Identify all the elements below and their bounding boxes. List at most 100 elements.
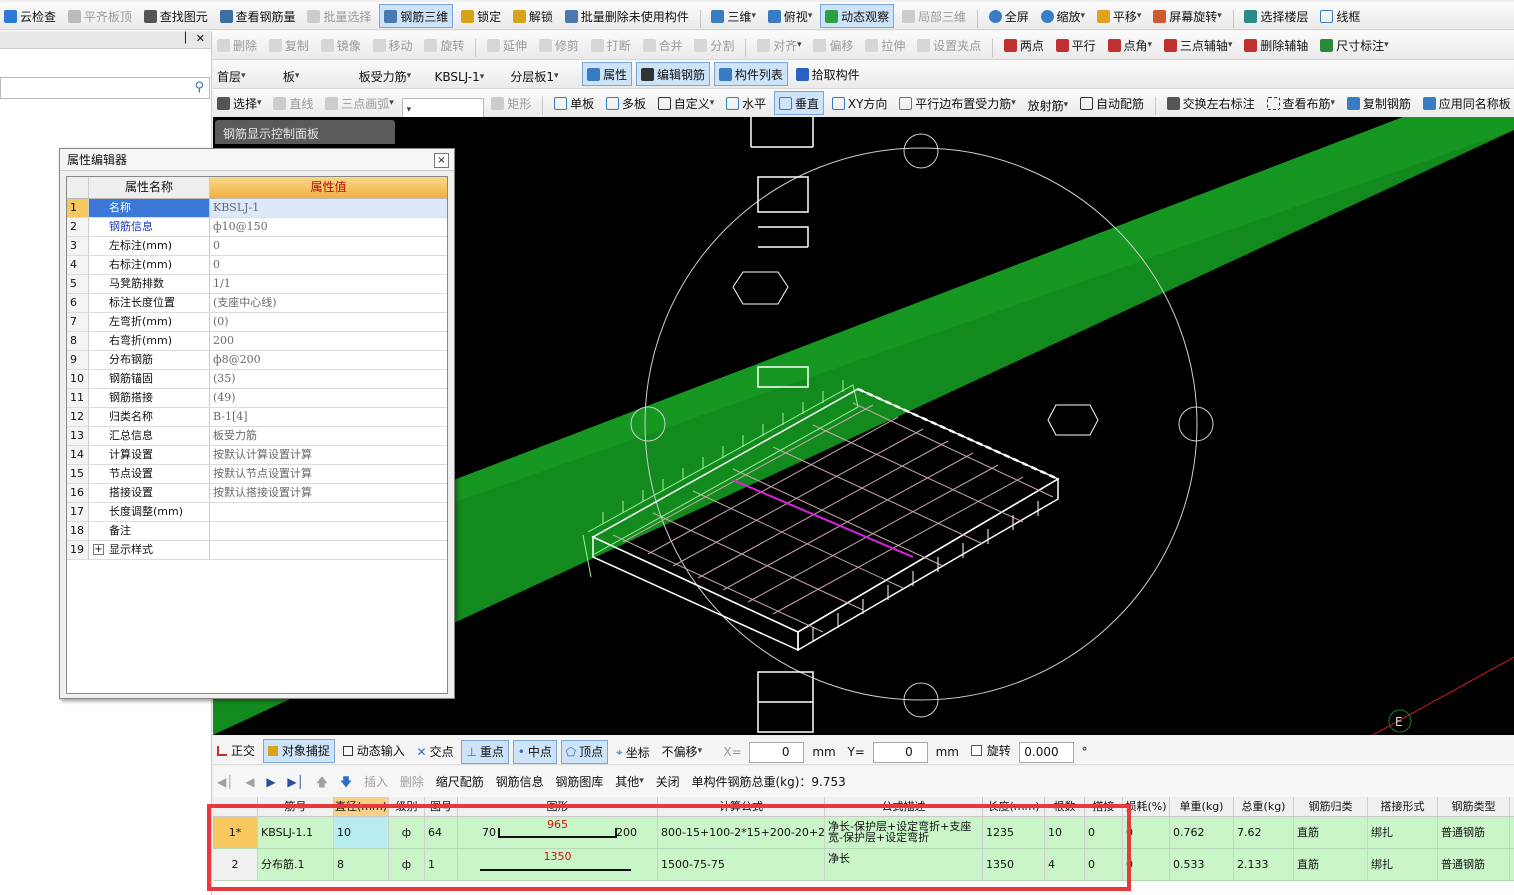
property-value[interactable]: 200 bbox=[210, 332, 447, 350]
grid-cell-lap[interactable]: 0 bbox=[1085, 817, 1123, 848]
shape-cell[interactable]: 1350 bbox=[458, 849, 658, 880]
grid-cell-cls[interactable]: 直筋 bbox=[1294, 817, 1368, 848]
pan-dropdown[interactable]: 平移 bbox=[1093, 4, 1146, 28]
property-value[interactable]: 1/1 bbox=[210, 275, 447, 293]
grid-column-header[interactable] bbox=[213, 797, 258, 816]
property-value[interactable]: (0) bbox=[210, 313, 447, 331]
property-row[interactable]: 13 汇总信息 板受力筋 bbox=[67, 427, 447, 446]
next-record-button[interactable]: ▶ bbox=[262, 770, 279, 794]
swap-labels-button[interactable]: 交换左右标注 bbox=[1163, 91, 1259, 115]
close-button[interactable]: × bbox=[434, 153, 449, 168]
set-grip-button[interactable]: 设置夹点 bbox=[913, 33, 985, 57]
vertex-button[interactable]: ⬠ 顶点 bbox=[560, 739, 609, 764]
property-row[interactable]: 7 左弯折(mm) (0) bbox=[67, 313, 447, 332]
edit-rebar-button[interactable]: 编辑钢筋 bbox=[635, 62, 710, 86]
property-value[interactable] bbox=[210, 503, 447, 521]
property-row[interactable]: 4 右标注(mm) 0 bbox=[67, 256, 447, 275]
property-row[interactable]: 1 名称 KBSLJ-1 bbox=[67, 199, 447, 218]
split-button[interactable]: 分割 bbox=[690, 33, 738, 57]
property-value[interactable] bbox=[210, 522, 447, 540]
floor-select[interactable]: 首层 bbox=[213, 64, 275, 88]
property-row[interactable]: 17 长度调整(mm) bbox=[67, 503, 447, 522]
grid-cell-formula[interactable]: 1500-75-75 bbox=[658, 849, 825, 880]
property-row[interactable]: 2 钢筋信息 ф10@150 bbox=[67, 218, 447, 237]
vertical-button[interactable]: 垂直 bbox=[774, 91, 825, 115]
point-angle-dropdown[interactable]: 点角 bbox=[1104, 33, 1157, 57]
search-input[interactable]: ⚲ bbox=[0, 77, 210, 99]
category-select[interactable]: 板 bbox=[279, 64, 351, 88]
grid-cell-fig[interactable]: 1 bbox=[425, 849, 458, 880]
align-slab-top-button[interactable]: 平齐板顶 bbox=[64, 4, 136, 28]
rebar-info-button[interactable]: 钢筋信息 bbox=[492, 769, 548, 793]
top-view-dropdown[interactable]: 俯视 bbox=[764, 4, 817, 28]
parallel-edge-rebar-dropdown[interactable]: 平行边布置受力筋 bbox=[895, 91, 1020, 115]
3d-view-dropdown[interactable]: 三维 bbox=[707, 4, 760, 28]
insert-button[interactable]: 插入 bbox=[360, 769, 392, 793]
grid-cell-cls[interactable]: 直筋 bbox=[1294, 849, 1368, 880]
prev-record-button[interactable]: ◀ bbox=[241, 770, 258, 794]
grid-cell-loss[interactable]: 0 bbox=[1123, 849, 1170, 880]
property-value[interactable] bbox=[210, 541, 447, 559]
zoom-dropdown[interactable]: 缩放 bbox=[1037, 4, 1090, 28]
property-row[interactable]: 14 计算设置 按默认计算设置计算 bbox=[67, 446, 447, 465]
property-value[interactable]: 按默认节点设置计算 bbox=[210, 465, 447, 483]
property-value[interactable]: (35) bbox=[210, 370, 447, 388]
grid-cell-lap-form[interactable]: 绑扎 bbox=[1368, 817, 1438, 848]
property-value[interactable]: ф10@150 bbox=[210, 218, 447, 236]
expand-icon[interactable]: + bbox=[93, 544, 104, 555]
grid-cell-lap[interactable]: 0 bbox=[1085, 849, 1123, 880]
fullscreen-button[interactable]: 全屏 bbox=[985, 4, 1033, 28]
property-value[interactable]: (支座中心线) bbox=[210, 294, 447, 312]
grid-cell-grade[interactable]: ф bbox=[389, 817, 425, 848]
grid-cell-dia[interactable]: 8 bbox=[334, 849, 389, 880]
copy-button[interactable]: 复制 bbox=[265, 33, 313, 57]
two-point-axis-button[interactable]: 两点 bbox=[1000, 33, 1048, 57]
parallel-axis-button[interactable]: 平行 bbox=[1052, 33, 1100, 57]
grid-cell-count[interactable]: 10 bbox=[1045, 817, 1085, 848]
dimension-dropdown[interactable]: 尺寸标注 bbox=[1316, 33, 1393, 57]
property-value[interactable]: 板受力筋 bbox=[210, 427, 447, 445]
table-row[interactable]: 2 分布筋.1 8 ф 1 1350 1500-75-75 净长 1350 4 0 0 0.533 2.1… bbox=[213, 849, 1514, 881]
custom-dropdown[interactable]: 自定义 bbox=[654, 91, 719, 115]
property-value[interactable]: B-1[4] bbox=[210, 408, 447, 426]
close-icon[interactable]: ✕ bbox=[196, 32, 205, 45]
break-button[interactable]: 打断 bbox=[587, 33, 635, 57]
grid-cell-fig[interactable]: 64 bbox=[425, 817, 458, 848]
grid-column-header[interactable]: 搭接形式 bbox=[1368, 797, 1438, 816]
rectangle-button[interactable]: 矩形 bbox=[487, 91, 535, 115]
cloud-check-button[interactable]: 云检查 bbox=[0, 4, 60, 28]
grid-cell-total-w[interactable]: 2.133 bbox=[1234, 849, 1294, 880]
grid-column-header[interactable]: 损耗(%) bbox=[1123, 797, 1170, 816]
select-floor-button[interactable]: 选择楼层 bbox=[1240, 4, 1312, 28]
property-row[interactable]: 16 搭接设置 按默认搭接设置计算 bbox=[67, 484, 447, 503]
delete-axis-button[interactable]: 删除辅轴 bbox=[1240, 33, 1312, 57]
stretch-button[interactable]: 拉伸 bbox=[861, 33, 909, 57]
ortho-button[interactable]: 正交 bbox=[213, 739, 259, 763]
three-point-axis-dropdown[interactable]: 三点辅轴 bbox=[1160, 33, 1237, 57]
property-row[interactable]: 5 马凳筋排数 1/1 bbox=[67, 275, 447, 294]
batch-select-button[interactable]: 批量选择 bbox=[303, 4, 375, 28]
grid-cell-unit-w[interactable]: 0.533 bbox=[1170, 849, 1234, 880]
delete-button[interactable]: 删除 bbox=[213, 33, 261, 57]
grid-cell-name[interactable]: KBSLJ-1.1 bbox=[258, 817, 334, 848]
perpendicular-button[interactable]: ⊥ 重点 bbox=[461, 739, 509, 764]
grid-cell-len[interactable]: 1350 bbox=[983, 849, 1045, 880]
rotate-checkbox[interactable]: 旋转 bbox=[967, 738, 1015, 762]
component-list-button[interactable]: 构件列表 bbox=[713, 62, 788, 86]
grid-column-header[interactable]: 单重(kg) bbox=[1170, 797, 1234, 816]
shape-cell[interactable]: 965 70 200 bbox=[458, 817, 658, 848]
property-row[interactable]: 9 分布钢筋 ф8@200 bbox=[67, 351, 447, 370]
property-row[interactable]: 3 左标注(mm) 0 bbox=[67, 237, 447, 256]
unlock-button[interactable]: 解锁 bbox=[509, 4, 557, 28]
offset-mode-select[interactable]: 不偏移 bbox=[658, 739, 716, 763]
radial-rebar-dropdown[interactable]: 放射筋 bbox=[1024, 93, 1073, 117]
rebar-library-button[interactable]: 钢筋图库 bbox=[551, 769, 607, 793]
grid-column-header[interactable]: 搭接 bbox=[1085, 797, 1123, 816]
grid-cell-name[interactable]: 分布筋.1 bbox=[258, 849, 334, 880]
trim-button[interactable]: 修剪 bbox=[535, 33, 583, 57]
x-input[interactable]: 0 bbox=[749, 741, 805, 763]
intersection-button[interactable]: ✕ 交点 bbox=[413, 740, 458, 764]
grid-column-header[interactable]: 钢筋归类 bbox=[1294, 797, 1368, 816]
grid-cell-lap-form[interactable]: 绑扎 bbox=[1368, 849, 1438, 880]
close-table-button[interactable]: 关闭 bbox=[652, 769, 684, 793]
